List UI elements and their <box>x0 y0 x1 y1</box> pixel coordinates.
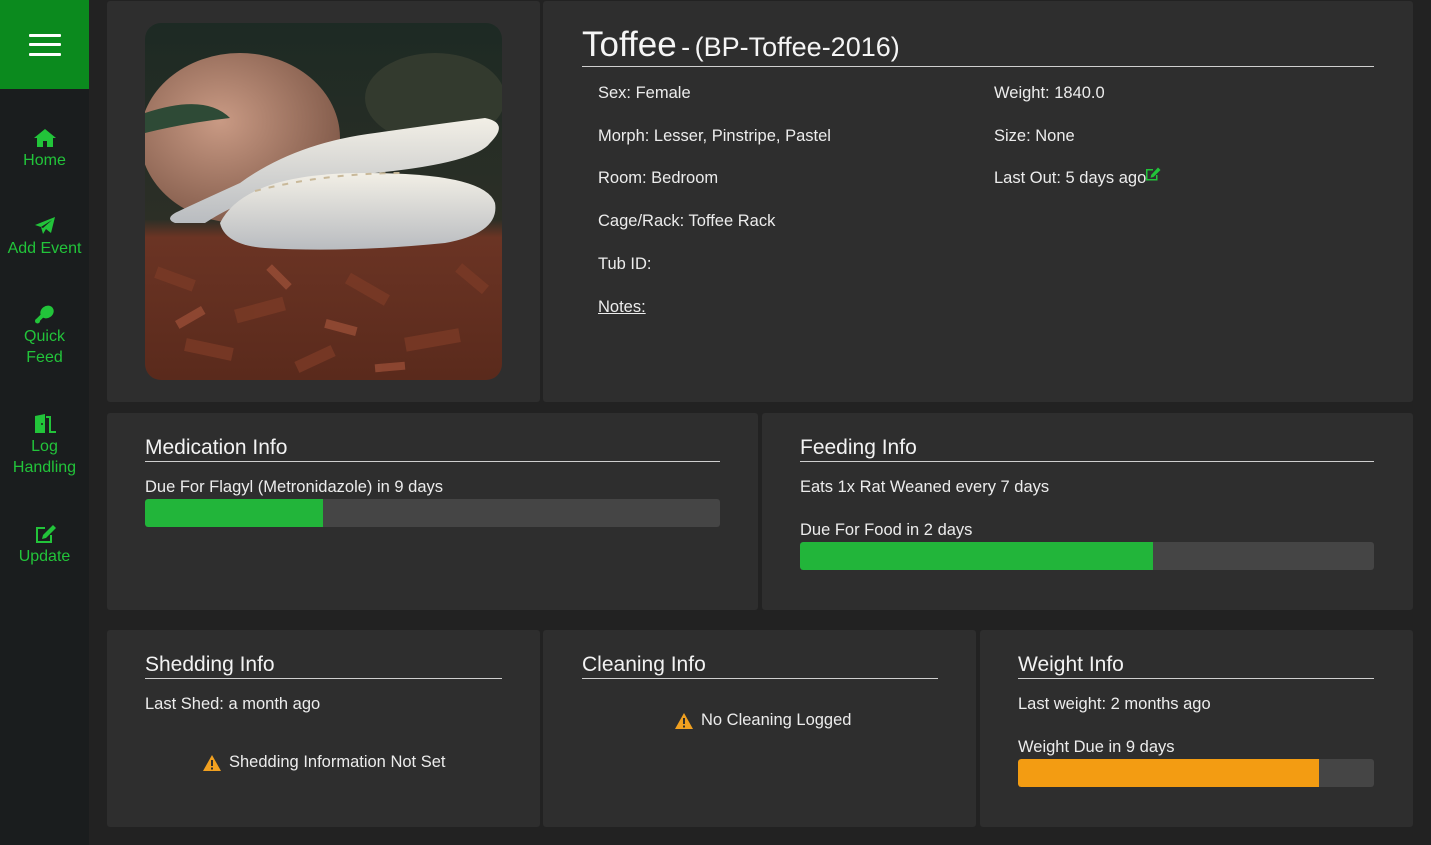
field-morph: Morph: Lesser, Pinstripe, Pastel <box>598 127 831 145</box>
nav-home[interactable]: Home <box>0 128 89 171</box>
nav-log-handling-label-1: Log <box>31 438 58 455</box>
shedding-title: Shedding Info <box>145 653 502 679</box>
menu-toggle-button[interactable] <box>0 0 89 89</box>
nav-update-label: Update <box>18 548 71 565</box>
notes-link[interactable]: Notes: <box>598 297 646 317</box>
nav-log-handling[interactable]: Log Handling <box>0 414 89 478</box>
door-exit-icon <box>34 414 56 433</box>
nav-quick-feed-label-2: Feed <box>26 349 63 366</box>
weight-progress-fill <box>1018 759 1319 787</box>
field-tub-id: Tub ID: <box>598 255 652 273</box>
nav-quick-feed-label-1: Quick <box>24 328 65 345</box>
nav-update[interactable]: Update <box>0 524 89 567</box>
medication-progress-fill <box>145 499 324 527</box>
medication-title: Medication Info <box>145 436 720 462</box>
field-room: Room: Bedroom <box>598 169 719 187</box>
warning-icon <box>203 754 221 771</box>
paper-plane-icon <box>34 217 55 234</box>
field-cage-rack: Cage/Rack: Toffee Rack <box>598 212 776 230</box>
field-size: Size: None <box>994 127 1075 145</box>
home-icon <box>33 129 56 147</box>
snake-name-heading: Toffee - (BP-Toffee-2016) <box>582 26 1374 67</box>
feeding-schedule-text: Eats 1x Rat Weaned every 7 days <box>800 478 1050 496</box>
snake-tag: (BP-Toffee-2016) <box>694 32 900 62</box>
medication-due-text: Due For Flagyl (Metronidazole) in 9 days <box>145 478 444 496</box>
nav-add-event[interactable]: Add Event <box>0 216 89 259</box>
edit-icon <box>35 525 56 543</box>
weight-title: Weight Info <box>1018 653 1374 679</box>
medication-progress-bar <box>145 499 720 527</box>
field-sex: Sex: Female <box>598 84 691 102</box>
feeding-title: Feeding Info <box>800 436 1374 462</box>
drumstick-icon <box>34 305 54 324</box>
weight-last-text: Last weight: 2 months ago <box>1018 695 1211 713</box>
field-weight: Weight: 1840.0 <box>994 84 1105 102</box>
ball-python-photo <box>145 23 502 380</box>
nav-log-handling-label-2: Handling <box>12 459 77 476</box>
hamburger-menu-icon <box>28 33 61 56</box>
weight-due-text: Weight Due in 9 days <box>1018 738 1175 756</box>
nav-add-event-label: Add Event <box>7 240 82 257</box>
cleaning-title: Cleaning Info <box>582 653 938 679</box>
edit-last-out-icon[interactable] <box>1145 167 1161 181</box>
shedding-last-text: Last Shed: a month ago <box>145 695 321 713</box>
field-last-out: Last Out: 5 days ago <box>994 169 1147 187</box>
warning-icon <box>675 712 693 729</box>
nav-home-label: Home <box>23 152 66 169</box>
sidebar: Home Add Event Quick Feed Log Handling U… <box>0 0 89 845</box>
name-separator: - <box>681 32 691 62</box>
weight-progress-bar <box>1018 759 1374 787</box>
shedding-warning-text: Shedding Information Not Set <box>229 753 446 771</box>
shedding-warning: Shedding Information Not Set <box>202 753 445 772</box>
nav-quick-feed[interactable]: Quick Feed <box>0 304 89 368</box>
feeding-due-text: Due For Food in 2 days <box>800 521 973 539</box>
snake-name: Toffee <box>582 25 677 64</box>
cleaning-warning-text: No Cleaning Logged <box>701 711 852 729</box>
cleaning-warning: No Cleaning Logged <box>674 711 851 730</box>
feeding-progress-bar <box>800 542 1374 570</box>
feeding-progress-fill <box>800 542 1153 570</box>
